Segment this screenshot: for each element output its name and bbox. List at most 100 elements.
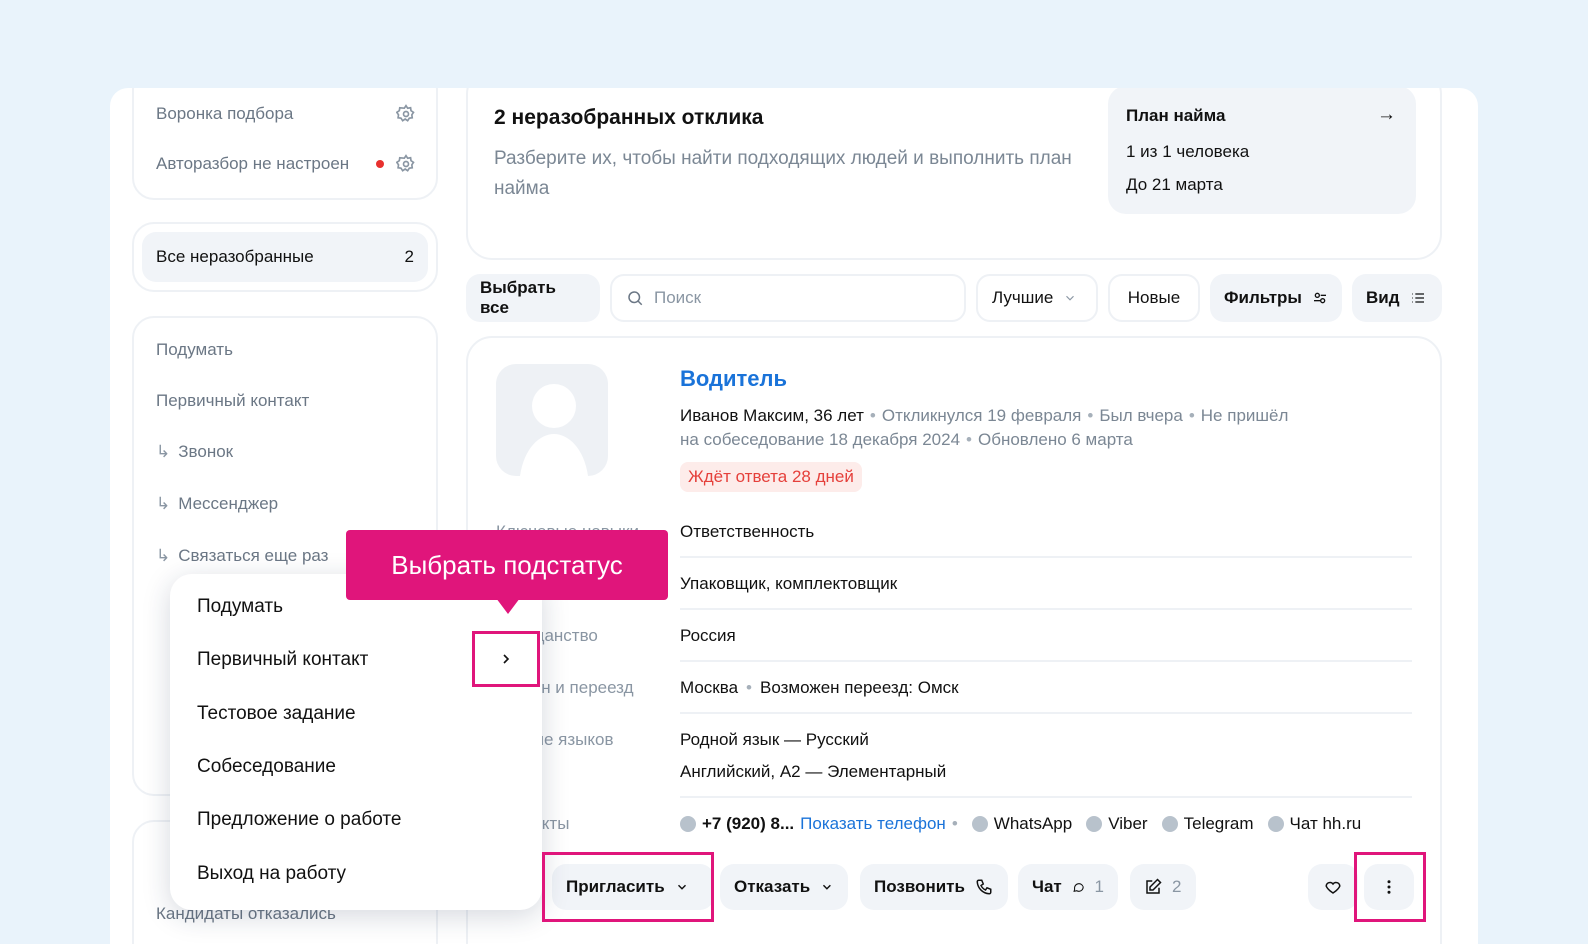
plan-title: План найма [1126, 106, 1226, 125]
sidebar-item-primary-contact[interactable]: Первичный контакт [156, 391, 309, 411]
vacancy-link[interactable]: Водитель [680, 366, 787, 392]
sidebar-item-call[interactable]: ↳ Звонок [156, 442, 233, 462]
search-input[interactable]: Поиск [610, 274, 966, 322]
divider [680, 556, 1412, 558]
chat-icon [1267, 816, 1284, 832]
sidebar-item-label: Первичный контакт [156, 391, 310, 410]
divider [680, 608, 1412, 610]
show-phone-link[interactable]: Показать телефон [800, 814, 946, 834]
more-highlight [1354, 852, 1426, 922]
menu-item-interview[interactable]: Собеседование [197, 756, 336, 778]
last-seen: Был вчера [1099, 406, 1183, 425]
summary-subtitle: Разберите их, чтобы найти подходящих люд… [494, 148, 1072, 199]
unsorted-summary-card: 2 неразобранных отклика Разберите их, чт… [466, 88, 1442, 260]
sidebar-item-label: Мессенджер [178, 494, 279, 513]
invite-highlight [542, 852, 714, 922]
divider [680, 712, 1412, 714]
sidebar-item-all-unsorted[interactable]: Все неразобранные 2 [142, 232, 428, 282]
notes-button[interactable]: 2 [1130, 864, 1196, 910]
field-value: Россия [680, 626, 736, 645]
new-label: Новые [1127, 288, 1181, 307]
chat-count: 1 [1094, 877, 1104, 896]
autosort-row[interactable]: Авторазбор не настроен [156, 154, 416, 174]
edit-icon [1146, 878, 1162, 894]
field-row: Гражданство Россия [496, 626, 1412, 646]
funnel-panel: Воронка подбора Авторазбор не настроен [132, 88, 438, 200]
telegram-link[interactable]: Telegram [1184, 814, 1254, 834]
field-value: Москва [680, 678, 739, 697]
view-label: Вид [1366, 288, 1400, 307]
whatsapp-icon [971, 816, 988, 832]
menu-item-think[interactable]: Подумать [197, 596, 283, 618]
sort-label: Лучшие [992, 288, 1054, 307]
call-label: Позвонить [874, 877, 965, 896]
sidebar-item-label: Подумать [156, 340, 233, 359]
candidate-meta: Иванов Максим, 36 лет • Откликнулся 19 фев… [680, 406, 1289, 449]
autosort-label: Авторазбор не настроен [156, 154, 350, 173]
menu-item-test-task[interactable]: Тестовое задание [197, 703, 356, 725]
summary-title: 2 неразобранных отклика [494, 106, 764, 129]
phone-icon [976, 879, 992, 895]
responded-date: Откликнулся 19 февраля [881, 406, 1082, 425]
chevron-down-icon [823, 884, 832, 890]
call-button[interactable]: Позвонить [860, 864, 1008, 910]
chat-label: Чат [1032, 877, 1062, 896]
reject-button[interactable]: Отказать [720, 864, 848, 910]
notes-count: 2 [1172, 877, 1182, 896]
divider [680, 660, 1412, 662]
hh-chat-link[interactable]: Чат hh.ru [1290, 814, 1362, 834]
search-placeholder: Поиск [654, 288, 702, 307]
viber-link[interactable]: Viber [1108, 814, 1147, 834]
funnel-label: Воронка подбора [156, 104, 294, 123]
verified-icon [680, 816, 696, 832]
search-icon [628, 291, 643, 306]
chat-bubble-icon [1073, 883, 1084, 892]
field-value: Родной язык — Русский [680, 730, 869, 749]
menu-item-start-work[interactable]: Выход на работу [197, 863, 346, 885]
field-row: Английский, A2 — Элементарный [496, 762, 1412, 782]
all-unsorted-panel: Все неразобранные 2 [132, 222, 438, 292]
tooltip-arrow [496, 598, 520, 614]
telegram-icon [1161, 816, 1178, 832]
field-row: Знание языков Родной язык — Русский [496, 730, 1412, 750]
new-filter-button[interactable]: Новые [1108, 274, 1200, 322]
view-button[interactable]: Вид [1352, 274, 1442, 322]
sidebar-item-label: Связаться еще раз [178, 546, 329, 565]
relocation-value: Возможен переезд: Омск [760, 678, 959, 697]
select-all-label: Выбрать все [480, 278, 556, 317]
all-unsorted-count: 2 [404, 247, 414, 266]
select-all-button[interactable]: Выбрать все [466, 274, 600, 322]
sidebar-item-messenger[interactable]: ↳ Мессенджер [156, 494, 278, 514]
tooltip: Выбрать подстатус [346, 530, 668, 600]
filters-icon [1313, 292, 1326, 304]
avatar [496, 364, 608, 476]
divider [680, 796, 1412, 798]
menu-item-primary-contact[interactable]: Первичный контакт [197, 649, 368, 671]
filters-label: Фильтры [1224, 288, 1302, 307]
gear-icon[interactable] [396, 154, 416, 174]
funnel-settings-row[interactable]: Воронка подбора [156, 104, 416, 124]
sub-arrow-icon: ↳ [156, 442, 171, 461]
sidebar-item-think[interactable]: Подумать [156, 340, 233, 360]
menu-item-job-offer[interactable]: Предложение о работе [197, 809, 401, 831]
candidate-name: Иванов Максим, 36 лет [680, 406, 864, 425]
viber-icon [1086, 816, 1103, 832]
contacts-list: +7 (920) 8... Показать телефон • WhatsAp… [680, 814, 1361, 834]
warning-dot [376, 160, 384, 168]
filters-button[interactable]: Фильтры [1210, 274, 1342, 322]
submenu-chevron-button[interactable] [472, 631, 540, 687]
field-value: Ответственность [680, 522, 815, 541]
no-show: Не пришёл [1200, 406, 1289, 425]
chevron-down-icon [1066, 295, 1075, 301]
favorite-button[interactable] [1308, 864, 1358, 910]
plan-progress: 1 из 1 человека [1126, 142, 1250, 161]
chat-button[interactable]: Чат 1 [1018, 864, 1118, 910]
phone-number: +7 (920) 8... [702, 814, 795, 833]
updated-date: Обновлено 6 марта [978, 430, 1133, 449]
sort-dropdown[interactable]: Лучшие [976, 274, 1098, 322]
whatsapp-link[interactable]: WhatsApp [994, 814, 1072, 834]
sidebar-item-contact-again[interactable]: ↳ Связаться еще раз [156, 546, 328, 566]
hiring-plan-card[interactable]: План найма → 1 из 1 человека До 21 марта [1108, 88, 1416, 214]
gear-icon[interactable] [396, 104, 416, 124]
field-row: Регион и переезд Москва • Возможен переезд:… [496, 678, 959, 697]
